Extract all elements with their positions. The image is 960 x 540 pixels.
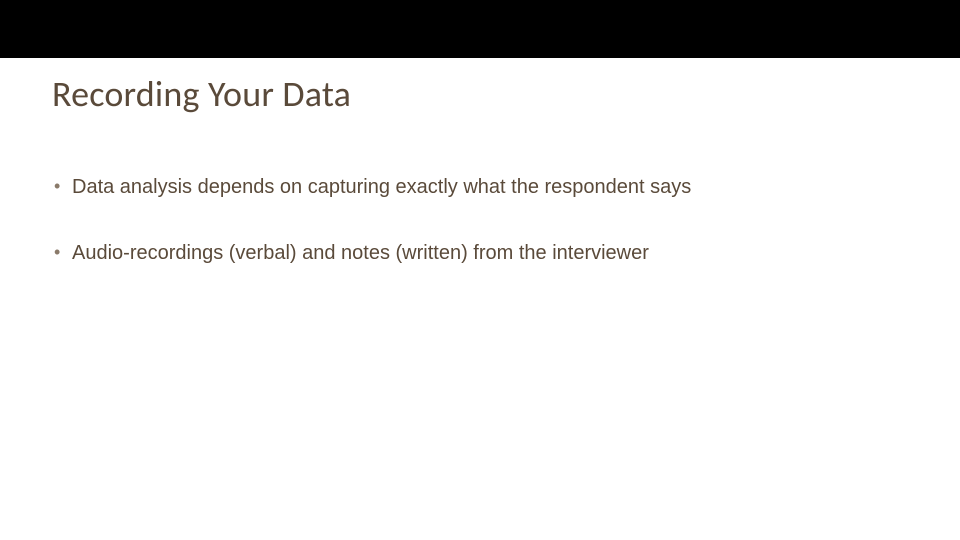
slide-content: Recording Your Data Data analysis depend… — [0, 58, 960, 266]
list-item: Data analysis depends on capturing exact… — [52, 174, 908, 200]
slide-title: Recording Your Data — [52, 72, 908, 116]
list-item: Audio-recordings (verbal) and notes (wri… — [52, 240, 908, 266]
top-bar — [0, 0, 960, 58]
bullet-list: Data analysis depends on capturing exact… — [52, 174, 908, 266]
